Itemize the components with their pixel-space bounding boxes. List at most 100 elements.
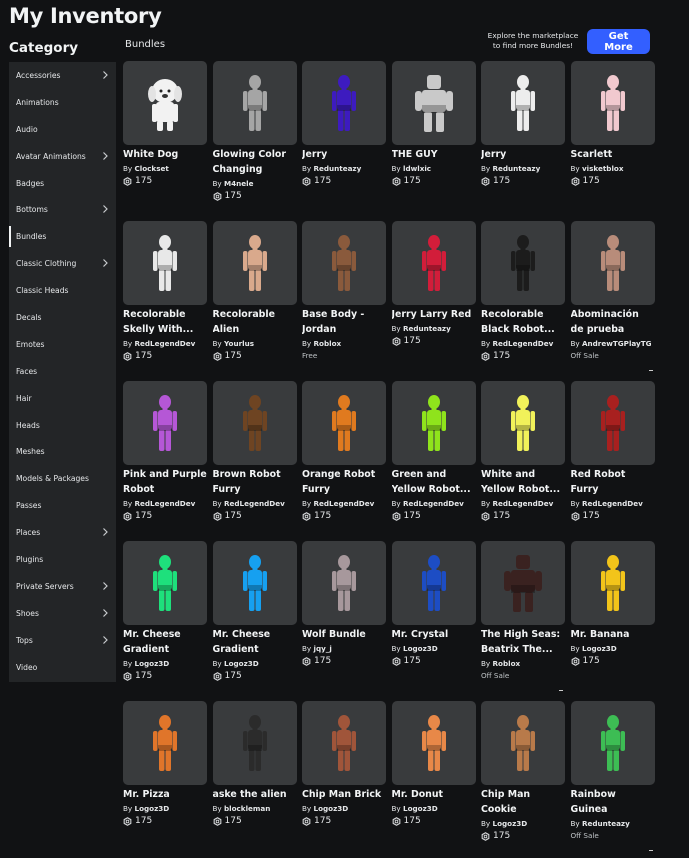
creator-link[interactable]: jqy_j (313, 644, 331, 653)
bundle-thumbnail[interactable] (570, 61, 655, 145)
bundle-thumbnail[interactable] (123, 381, 207, 465)
get-more-button[interactable]: Get More (587, 29, 650, 54)
bundle-thumbnail[interactable] (302, 61, 386, 145)
bundle-card[interactable]: Jerry By Redunteazy 175 (481, 61, 565, 211)
bundle-name[interactable]: Abominación de prueba (571, 307, 655, 337)
sidebar-item-tops[interactable]: Tops (9, 627, 116, 654)
sidebar-item-classic-heads[interactable]: Classic Heads (9, 277, 116, 304)
bundle-thumbnail[interactable] (123, 701, 207, 785)
sidebar-item-bottoms[interactable]: Bottoms (9, 196, 116, 223)
bundle-name[interactable]: Recolorable Skelly With... (123, 307, 207, 337)
sidebar-item-faces[interactable]: Faces (9, 358, 116, 385)
bundle-card[interactable]: Wolf Bundle By jqy_j 175 (302, 541, 386, 691)
bundle-card[interactable]: THE GUY By ldwlxic 175 (391, 61, 476, 211)
creator-link[interactable]: M4nele (224, 179, 253, 188)
bundle-thumbnail[interactable] (481, 701, 565, 785)
bundle-card[interactable]: Green and Yellow Robot... By RedLegendDev… (391, 381, 476, 531)
creator-link[interactable]: Logoz3D (313, 804, 348, 813)
bundle-card[interactable]: aske the alien By blockleman 175 (212, 701, 297, 851)
bundle-card[interactable]: Mr. Banana By Logoz3D 175 (570, 541, 655, 691)
bundle-name[interactable]: Jerry Larry Red (392, 307, 476, 322)
bundle-name[interactable]: Glowing Color Changing (213, 147, 297, 177)
sidebar-item-avatar-animations[interactable]: Avatar Animations (9, 143, 116, 170)
bundle-thumbnail[interactable] (391, 221, 476, 305)
bundle-name[interactable]: White Dog (123, 147, 207, 162)
sidebar-item-classic-clothing[interactable]: Classic Clothing (9, 250, 116, 277)
bundle-name[interactable]: Jerry (481, 147, 565, 162)
bundle-name[interactable]: Orange Robot Furry (302, 467, 386, 497)
sidebar-item-animations[interactable]: Animations (9, 89, 116, 116)
bundle-name[interactable]: Mr. Crystal (392, 627, 476, 642)
bundle-name[interactable]: The High Seas: Beatrix The... (481, 627, 565, 657)
bundle-card[interactable]: Brown Robot Furry By RedLegendDev 175 (212, 381, 297, 531)
bundle-thumbnail[interactable] (302, 701, 386, 785)
sidebar-item-passes[interactable]: Passes (9, 492, 116, 519)
bundle-card[interactable]: Mr. Cheese Gradient By Logoz3D 175 (123, 541, 207, 691)
sidebar-item-badges[interactable]: Badges (9, 170, 116, 197)
bundle-card[interactable]: Base Body - Jordan By Roblox Free (302, 221, 386, 371)
creator-link[interactable]: visketblox (582, 164, 624, 173)
creator-link[interactable]: Redunteazy (403, 324, 451, 333)
creator-link[interactable]: Logoz3D (224, 659, 259, 668)
bundle-card[interactable]: Glowing Color Changing By M4nele 175 (212, 61, 297, 211)
creator-link[interactable]: RedLegendDev (492, 339, 553, 348)
sidebar-item-accessories[interactable]: Accessories (9, 62, 116, 89)
bundle-card[interactable]: Red Robot Furry By RedLegendDev 175 (570, 381, 655, 531)
bundle-name[interactable]: Jerry (302, 147, 386, 162)
bundle-thumbnail[interactable] (123, 221, 207, 305)
creator-link[interactable]: ldwlxic (403, 164, 431, 173)
creator-link[interactable]: Roblox (313, 339, 341, 348)
bundle-name[interactable]: Scarlett (571, 147, 655, 162)
bundle-thumbnail[interactable] (570, 541, 655, 625)
bundle-thumbnail[interactable] (391, 381, 476, 465)
bundle-thumbnail[interactable] (570, 381, 655, 465)
creator-link[interactable]: Logoz3D (403, 804, 438, 813)
bundle-card[interactable]: Jerry Larry Red By Redunteazy 175 (391, 221, 476, 371)
creator-link[interactable]: Logoz3D (403, 644, 438, 653)
bundle-card[interactable]: The High Seas: Beatrix The... By Roblox Of… (481, 541, 565, 691)
bundle-thumbnail[interactable] (302, 541, 386, 625)
bundle-card[interactable]: White and Yellow Robot... By RedLegendDev… (481, 381, 565, 531)
bundle-name[interactable]: Mr. Banana (571, 627, 655, 642)
bundle-name[interactable]: Chip Man Brick (302, 787, 386, 802)
creator-link[interactable]: Clockset (134, 164, 168, 173)
sidebar-item-shoes[interactable]: Shoes (9, 600, 116, 627)
bundle-card[interactable]: Mr. Cheese Gradient By Logoz3D 175 (212, 541, 297, 691)
bundle-name[interactable]: Mr. Donut (392, 787, 476, 802)
sidebar-item-decals[interactable]: Decals (9, 304, 116, 331)
bundle-name[interactable]: Recolorable Alien (213, 307, 297, 337)
bundle-card[interactable]: Chip Man Brick By Logoz3D 175 (302, 701, 386, 851)
creator-link[interactable]: Yourlus (224, 339, 254, 348)
sidebar-item-hair[interactable]: Hair (9, 385, 116, 412)
bundle-thumbnail[interactable] (391, 61, 476, 145)
bundle-name[interactable]: Green and Yellow Robot... (392, 467, 476, 497)
bundle-name[interactable]: White and Yellow Robot... (481, 467, 565, 497)
sidebar-item-private-servers[interactable]: Private Servers (9, 573, 116, 600)
bundle-name[interactable]: Pink and Purple Robot (123, 467, 207, 497)
bundle-name[interactable]: Rainbow Guinea (571, 787, 655, 817)
sidebar-item-places[interactable]: Places (9, 519, 116, 546)
bundle-card[interactable]: Mr. Donut By Logoz3D 175 (391, 701, 476, 851)
creator-link[interactable]: Logoz3D (134, 804, 169, 813)
sidebar-item-video[interactable]: Video (9, 654, 116, 681)
bundle-thumbnail[interactable] (212, 221, 297, 305)
bundle-card[interactable]: Chip Man Cookie By Logoz3D 175 (481, 701, 565, 851)
creator-link[interactable]: Logoz3D (134, 659, 169, 668)
bundle-name[interactable]: aske the alien (213, 787, 297, 802)
sidebar-item-audio[interactable]: Audio (9, 116, 116, 143)
bundle-card[interactable]: Recolorable Black Robot... By RedLegendDe… (481, 221, 565, 371)
bundle-card[interactable]: Abominación de prueba By AndrewTGPlayTG Of… (570, 221, 655, 371)
creator-link[interactable]: Redunteazy (492, 164, 540, 173)
bundle-thumbnail[interactable] (212, 381, 297, 465)
bundle-card[interactable]: White Dog By Clockset 175 (123, 61, 207, 211)
bundle-name[interactable]: Mr. Cheese Gradient (213, 627, 297, 657)
bundle-card[interactable]: Jerry By Redunteazy 175 (302, 61, 386, 211)
bundle-thumbnail[interactable] (391, 541, 476, 625)
bundle-name[interactable]: Chip Man Cookie (481, 787, 565, 817)
bundle-name[interactable]: Base Body - Jordan (302, 307, 386, 337)
bundle-card[interactable]: Recolorable Alien By Yourlus 175 (212, 221, 297, 371)
sidebar-item-meshes[interactable]: Meshes (9, 438, 116, 465)
sidebar-item-emotes[interactable]: Emotes (9, 331, 116, 358)
bundle-name[interactable]: Mr. Pizza (123, 787, 207, 802)
bundle-card[interactable]: Rainbow Guinea By Redunteazy Off Sale (570, 701, 655, 851)
